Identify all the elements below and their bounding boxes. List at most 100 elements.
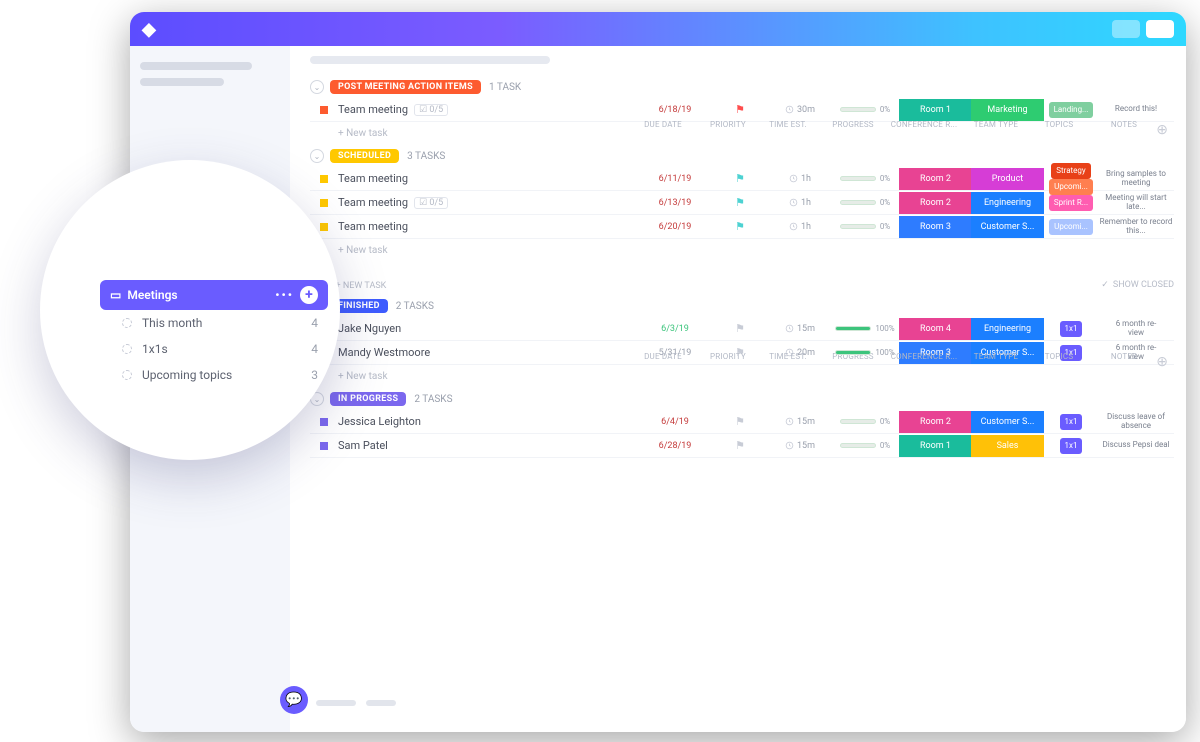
time-estimate[interactable]: 30m <box>770 105 830 115</box>
topic-tag[interactable]: Landing... <box>1049 102 1094 118</box>
show-closed-toggle[interactable]: ✓ SHOW CLOSED <box>1101 280 1174 290</box>
task-title[interactable]: Sam Patel <box>338 439 640 452</box>
conference-room-pill[interactable]: Room 3 <box>899 216 972 238</box>
task-row[interactable]: Team meeting ☑ 0/5 6/13/19 ⚑ 1h 0% Room … <box>310 191 1174 215</box>
add-list-button[interactable]: + <box>300 286 318 304</box>
due-date[interactable]: 6/3/19 <box>640 324 710 334</box>
collapse-toggle[interactable]: ⌄ <box>310 80 324 94</box>
progress[interactable]: 0% <box>830 174 900 183</box>
priority-flag-icon[interactable]: ⚑ <box>735 172 745 185</box>
notes-cell[interactable]: Bring samples to meeting <box>1098 170 1174 188</box>
time-estimate[interactable]: 1h <box>770 222 830 232</box>
task-title[interactable]: Team meeting ☑ 0/5 <box>338 196 640 209</box>
task-row[interactable]: Team meeting 6/20/19 ⚑ 1h 0% Room 3 Cust… <box>310 215 1174 239</box>
priority-flag-icon[interactable]: ⚑ <box>735 196 745 209</box>
topics-cell[interactable]: Landing... <box>1044 102 1098 118</box>
status-square-icon[interactable] <box>320 199 328 207</box>
status-square-icon[interactable] <box>320 175 328 183</box>
due-date[interactable]: 6/13/19 <box>640 198 710 208</box>
new-task-button[interactable]: + NEW TASK <box>336 281 387 291</box>
progress[interactable]: 100% <box>830 324 900 333</box>
topics-cell[interactable]: StrategyUpcomi... <box>1044 163 1098 195</box>
conference-room-pill[interactable]: Room 2 <box>899 168 972 190</box>
team-type-pill[interactable]: Customer S... <box>971 411 1044 433</box>
team-type-pill[interactable]: Engineering <box>971 192 1044 214</box>
priority-flag-icon[interactable]: ⚑ <box>735 415 745 428</box>
priority-flag-icon[interactable]: ⚑ <box>735 220 745 233</box>
topics-cell[interactable]: Upcomi... <box>1044 219 1098 235</box>
notes-cell[interactable]: Record this! <box>1098 105 1174 114</box>
due-date[interactable]: 6/4/19 <box>640 417 710 427</box>
topic-tag[interactable]: Strategy <box>1051 163 1090 179</box>
list-this-month[interactable]: This month 4 <box>100 310 328 336</box>
collapse-toggle[interactable]: ⌄ <box>310 149 324 163</box>
team-type-pill[interactable]: Marketing <box>971 99 1044 121</box>
priority-flag-icon[interactable]: ⚑ <box>735 103 745 116</box>
topic-tag[interactable]: Sprint R... <box>1049 195 1093 211</box>
more-icon[interactable]: ••• <box>275 288 294 302</box>
status-square-icon[interactable] <box>320 106 328 114</box>
status-badge[interactable]: SCHEDULED <box>330 149 399 163</box>
notes-cell[interactable]: 6 month re-view <box>1098 320 1174 338</box>
due-date[interactable]: 6/28/19 <box>640 441 710 451</box>
progress[interactable]: 0% <box>830 222 900 231</box>
topics-cell[interactable]: 1x1 <box>1044 414 1098 430</box>
conference-room-pill[interactable]: Room 1 <box>899 435 972 457</box>
task-row[interactable]: Team meeting 6/11/19 ⚑ 1h 0% Room 2 Prod… <box>310 167 1174 191</box>
notes-cell[interactable]: Meeting will start late... <box>1098 194 1174 212</box>
folder-meetings[interactable]: ▭ Meetings ••• + <box>100 280 328 310</box>
status-square-icon[interactable] <box>320 442 328 450</box>
task-row[interactable]: Jake Nguyen 6/3/19 ⚑ 15m 100% Room 4 Eng… <box>310 317 1174 341</box>
add-column-button[interactable]: ⊕ <box>1156 354 1168 370</box>
topic-tag[interactable]: 1x1 <box>1060 321 1083 337</box>
team-type-pill[interactable]: Engineering <box>971 318 1044 340</box>
team-type-pill[interactable]: Sales <box>971 435 1044 457</box>
status-square-icon[interactable] <box>320 223 328 231</box>
time-estimate[interactable]: 15m <box>770 441 830 451</box>
notes-cell[interactable]: Discuss Pepsi deal <box>1098 441 1174 450</box>
topics-cell[interactable]: Sprint R... <box>1044 195 1098 211</box>
task-title[interactable]: Team meeting <box>338 220 640 233</box>
top-bar-button-2[interactable] <box>1146 20 1174 38</box>
task-title[interactable]: Jessica Leighton <box>338 415 640 428</box>
time-estimate[interactable]: 15m <box>770 324 830 334</box>
topic-tag[interactable]: 1x1 <box>1060 414 1083 430</box>
list-upcoming-topics[interactable]: Upcoming topics 3 <box>100 362 328 388</box>
new-task-button[interactable]: + New task <box>310 239 1174 258</box>
top-bar-button-1[interactable] <box>1112 20 1140 38</box>
team-type-pill[interactable]: Product <box>971 168 1044 190</box>
progress[interactable]: 0% <box>830 441 900 450</box>
conference-room-pill[interactable]: Room 4 <box>899 318 972 340</box>
due-date[interactable]: 6/18/19 <box>640 105 710 115</box>
status-square-icon[interactable] <box>320 418 328 426</box>
progress[interactable]: 0% <box>830 198 900 207</box>
time-estimate[interactable]: 1h <box>770 198 830 208</box>
due-date[interactable]: 6/20/19 <box>640 222 710 232</box>
due-date[interactable]: 6/11/19 <box>640 174 710 184</box>
task-title[interactable]: Jake Nguyen <box>338 322 640 335</box>
topic-tag[interactable]: 1x1 <box>1060 438 1083 454</box>
list-1x1s[interactable]: 1x1s 4 <box>100 336 328 362</box>
time-estimate[interactable]: 1h <box>770 174 830 184</box>
task-row[interactable]: Team meeting ☑ 0/5 6/18/19 ⚑ 30m 0% Room… <box>310 98 1174 122</box>
time-estimate[interactable]: 15m <box>770 417 830 427</box>
task-row[interactable]: Jessica Leighton 6/4/19 ⚑ 15m 0% Room 2 … <box>310 410 1174 434</box>
progress[interactable]: 0% <box>830 417 900 426</box>
notes-cell[interactable]: Remember to record this... <box>1098 218 1174 236</box>
team-type-pill[interactable]: Customer S... <box>971 216 1044 238</box>
conference-room-pill[interactable]: Room 2 <box>899 192 972 214</box>
progress[interactable]: 0% <box>830 105 900 114</box>
priority-flag-icon[interactable]: ⚑ <box>735 439 745 452</box>
notes-cell[interactable]: Discuss leave of absence <box>1098 413 1174 431</box>
task-title[interactable]: Team meeting ☑ 0/5 <box>338 103 640 116</box>
new-task-button[interactable]: + New task <box>310 365 1174 384</box>
priority-flag-icon[interactable]: ⚑ <box>735 322 745 335</box>
add-column-button[interactable]: ⊕ <box>1156 122 1168 138</box>
status-badge[interactable]: IN PROGRESS <box>330 392 406 406</box>
topic-tag[interactable]: Upcomi... <box>1049 219 1093 235</box>
topics-cell[interactable]: 1x1 <box>1044 321 1098 337</box>
conference-room-pill[interactable]: Room 2 <box>899 411 972 433</box>
chat-icon[interactable]: 💬 <box>280 686 308 714</box>
status-badge[interactable]: POST MEETING ACTION ITEMS <box>330 80 481 94</box>
task-title[interactable]: Team meeting <box>338 172 640 185</box>
